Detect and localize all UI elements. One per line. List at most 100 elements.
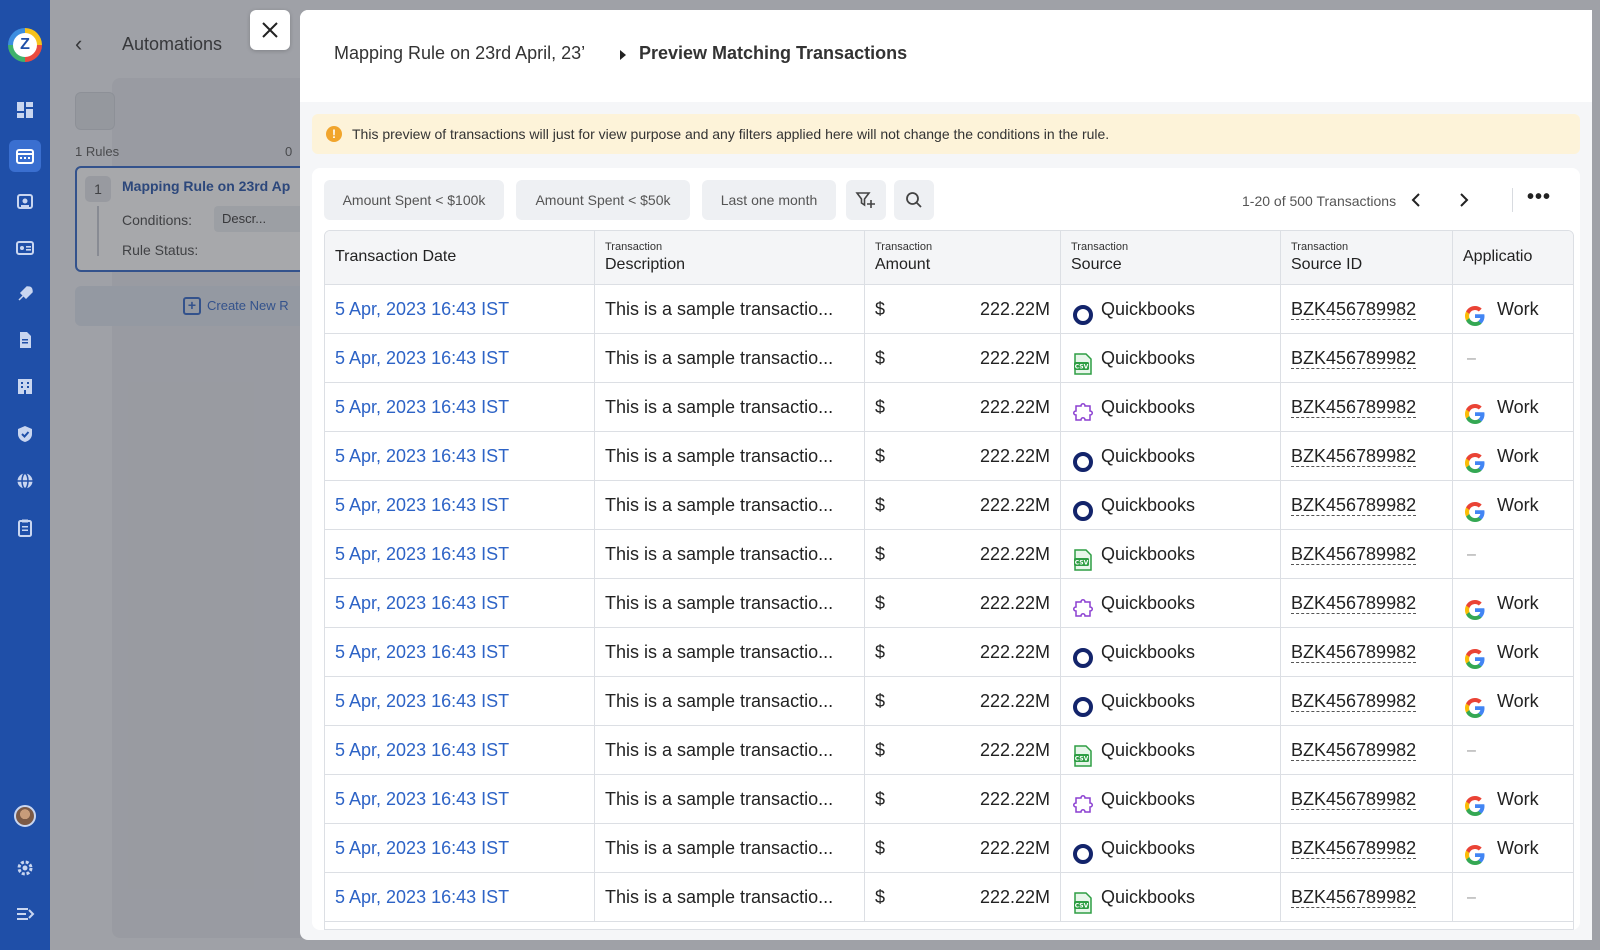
header-amount[interactable]: Transaction Amount — [865, 231, 1061, 285]
user-avatar[interactable] — [14, 805, 36, 827]
transaction-date[interactable]: 5 Apr, 2023 16:43 IST — [325, 334, 595, 383]
filter-chip-last-month[interactable]: Last one month — [702, 180, 836, 220]
circle-icon — [1071, 640, 1095, 668]
transaction-date[interactable]: 5 Apr, 2023 16:43 IST — [325, 873, 595, 922]
application-name: Work — [1497, 691, 1539, 711]
contacts-icon[interactable] — [9, 186, 41, 218]
application-name: – — [1467, 742, 1476, 759]
transaction-source-id[interactable]: BZK456789982 — [1281, 285, 1453, 334]
table-row[interactable]: 5 Apr, 2023 16:43 IST This is a sample tr… — [325, 481, 1573, 530]
transaction-date[interactable]: 5 Apr, 2023 16:43 IST — [325, 383, 595, 432]
rocket-icon[interactable] — [9, 278, 41, 310]
table-row[interactable]: 5 Apr, 2023 16:43 IST This is a sample tr… — [325, 432, 1573, 481]
transaction-application: Work — [1453, 677, 1573, 726]
svg-text:CSV: CSV — [1075, 559, 1089, 566]
filter-chip-amount-50k[interactable]: Amount Spent < $50k — [516, 180, 690, 220]
transaction-source-id[interactable]: BZK456789982 — [1281, 726, 1453, 775]
currency-symbol: $ — [875, 740, 886, 760]
transaction-source-id[interactable]: BZK456789982 — [1281, 432, 1453, 481]
transaction-date[interactable]: 5 Apr, 2023 16:43 IST — [325, 432, 595, 481]
filter-chip-amount-100k[interactable]: Amount Spent < $100k — [324, 180, 504, 220]
globe-icon[interactable] — [9, 465, 41, 497]
table-row[interactable]: 5 Apr, 2023 16:43 IST This is a sample tr… — [325, 873, 1573, 922]
transaction-source-id[interactable]: BZK456789982 — [1281, 677, 1453, 726]
collapse-menu-icon[interactable] — [9, 898, 41, 930]
transaction-description: This is a sample transactio... — [595, 481, 865, 530]
currency-symbol: $ — [875, 348, 886, 368]
modal-header: Mapping Rule on 23rd April, 23’ Preview … — [300, 10, 1592, 102]
transaction-application: – — [1453, 726, 1573, 775]
prev-page-button[interactable] — [1404, 188, 1428, 212]
app-sidebar: Z — [0, 0, 50, 950]
dashboard-icon[interactable] — [9, 94, 41, 126]
amount-value: 222.22M — [979, 348, 1050, 368]
source-name: Quickbooks — [1101, 397, 1196, 417]
transaction-source-id[interactable]: BZK456789982 — [1281, 334, 1453, 383]
transaction-date[interactable]: 5 Apr, 2023 16:43 IST — [325, 579, 595, 628]
transaction-source: Quickbooks — [1061, 579, 1281, 628]
transaction-application: Work — [1453, 824, 1573, 873]
table-row[interactable]: 5 Apr, 2023 16:43 IST This is a sample tr… — [325, 775, 1573, 824]
close-modal-button[interactable] — [250, 10, 290, 50]
transaction-source-id[interactable]: BZK456789982 — [1281, 873, 1453, 922]
header-application[interactable]: Applicatio — [1453, 231, 1573, 285]
transaction-date[interactable]: 5 Apr, 2023 16:43 IST — [325, 530, 595, 579]
table-row[interactable]: 5 Apr, 2023 16:43 IST This is a sample tr… — [325, 628, 1573, 677]
table-row[interactable]: 5 Apr, 2023 16:43 IST This is a sample tr… — [325, 824, 1573, 873]
header-source-id[interactable]: Transaction Source ID — [1281, 231, 1453, 285]
chevron-right-icon — [1460, 193, 1469, 207]
transaction-amount: $222.22M — [865, 530, 1061, 579]
header-description[interactable]: Transaction Description — [595, 231, 865, 285]
breadcrumb-parent[interactable]: Mapping Rule on 23rd April, 23’ — [334, 43, 585, 64]
source-name: Quickbooks — [1101, 838, 1196, 858]
shield-icon[interactable] — [9, 418, 41, 450]
next-page-button[interactable] — [1452, 188, 1476, 212]
transaction-source-id[interactable]: BZK456789982 — [1281, 579, 1453, 628]
automations-nav-icon[interactable] — [9, 140, 41, 172]
svg-text:CSV: CSV — [1075, 363, 1089, 370]
gear-icon[interactable] — [9, 852, 41, 884]
table-row[interactable]: 5 Apr, 2023 16:43 IST This is a sample tr… — [325, 579, 1573, 628]
circle-icon — [1071, 444, 1095, 472]
currency-symbol: $ — [875, 446, 886, 466]
transaction-source: Quickbooks — [1061, 432, 1281, 481]
clipboard-icon[interactable] — [9, 512, 41, 544]
table-row[interactable]: 5 Apr, 2023 16:43 IST This is a sample tr… — [325, 285, 1573, 334]
transaction-date[interactable]: 5 Apr, 2023 16:43 IST — [325, 824, 595, 873]
transaction-date[interactable]: 5 Apr, 2023 16:43 IST — [325, 628, 595, 677]
transaction-date[interactable]: 5 Apr, 2023 16:43 IST — [325, 726, 595, 775]
transaction-date[interactable]: 5 Apr, 2023 16:43 IST — [325, 285, 595, 334]
google-icon — [1463, 494, 1487, 522]
google-icon — [1463, 788, 1487, 816]
transaction-source-id[interactable]: BZK456789982 — [1281, 775, 1453, 824]
id-card-icon[interactable] — [9, 232, 41, 264]
header-amount-label: Amount — [875, 256, 931, 273]
table-row[interactable]: 5 Apr, 2023 16:43 IST This is a sample tr… — [325, 383, 1573, 432]
transaction-source-id[interactable]: BZK456789982 — [1281, 481, 1453, 530]
search-button[interactable] — [894, 180, 934, 220]
application-name: – — [1467, 546, 1476, 563]
transaction-source-id[interactable]: BZK456789982 — [1281, 628, 1453, 677]
table-row[interactable]: 5 Apr, 2023 16:43 IST This is a sample tr… — [325, 334, 1573, 383]
transaction-source-id[interactable]: BZK456789982 — [1281, 824, 1453, 873]
header-source[interactable]: Transaction Source — [1061, 231, 1281, 285]
transaction-date[interactable]: 5 Apr, 2023 16:43 IST — [325, 481, 595, 530]
table-row[interactable]: 5 Apr, 2023 16:43 IST This is a sample tr… — [325, 530, 1573, 579]
app-logo[interactable]: Z — [8, 28, 42, 62]
table-row[interactable]: 5 Apr, 2023 16:43 IST This is a sample tr… — [325, 726, 1573, 775]
document-icon[interactable] — [9, 324, 41, 356]
add-filter-button[interactable] — [846, 180, 886, 220]
source-name: Quickbooks — [1101, 446, 1196, 466]
transaction-source-id[interactable]: BZK456789982 — [1281, 530, 1453, 579]
csv-icon: CSV — [1071, 346, 1095, 375]
table-row[interactable]: 5 Apr, 2023 16:43 IST This is a sample tr… — [325, 677, 1573, 726]
transactions-table: Transaction Date Transaction Description… — [324, 230, 1574, 930]
transaction-source-id[interactable]: BZK456789982 — [1281, 383, 1453, 432]
header-date[interactable]: Transaction Date — [325, 231, 595, 285]
building-icon[interactable] — [9, 370, 41, 402]
transaction-description: This is a sample transactio... — [595, 579, 865, 628]
transaction-date[interactable]: 5 Apr, 2023 16:43 IST — [325, 677, 595, 726]
transaction-application: – — [1453, 530, 1573, 579]
transaction-date[interactable]: 5 Apr, 2023 16:43 IST — [325, 775, 595, 824]
more-options-button[interactable]: ••• — [1524, 187, 1554, 212]
